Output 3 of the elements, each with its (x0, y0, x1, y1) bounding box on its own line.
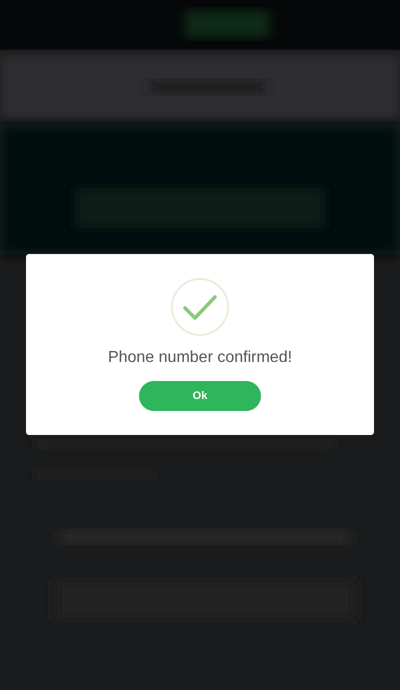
ok-button[interactable]: Ok (139, 381, 261, 411)
dialog-message: Phone number confirmed! (108, 348, 292, 368)
checkmark-icon (170, 277, 230, 337)
